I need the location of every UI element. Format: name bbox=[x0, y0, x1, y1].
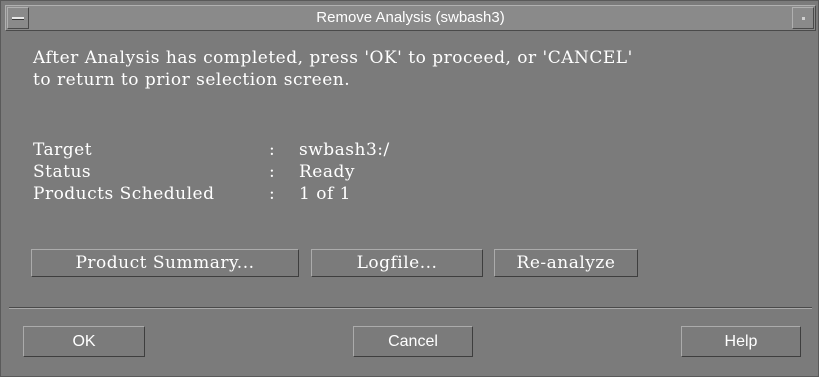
target-label: Target bbox=[33, 140, 93, 160]
remove-analysis-dialog: Remove Analysis (swbash3) After Analysis… bbox=[0, 0, 819, 377]
products-scheduled-value: 1 of 1 bbox=[299, 184, 351, 204]
instruction-line-1: After Analysis has completed, press 'OK'… bbox=[33, 48, 633, 68]
analysis-info: Target: swbash3:/ Status: Ready Products S… bbox=[33, 139, 390, 205]
help-button[interactable]: Help bbox=[681, 326, 801, 357]
dialog-content: After Analysis has completed, press 'OK'… bbox=[9, 35, 812, 307]
info-row-products-scheduled: Products Scheduled: 1 of 1 bbox=[33, 183, 390, 205]
instruction-line-2: to return to prior selection screen. bbox=[33, 70, 351, 90]
products-scheduled-separator: : bbox=[269, 184, 276, 204]
cancel-button[interactable]: Cancel bbox=[353, 326, 473, 357]
info-row-target: Target: swbash3:/ bbox=[33, 139, 390, 161]
status-value: Ready bbox=[299, 162, 355, 182]
window-title: Remove Analysis (swbash3) bbox=[316, 9, 505, 26]
logfile-button[interactable]: Logfile... bbox=[311, 249, 483, 277]
window-menu-icon bbox=[12, 17, 24, 20]
info-row-status: Status: Ready bbox=[33, 161, 390, 183]
target-separator: : bbox=[269, 140, 276, 160]
instruction-message: After Analysis has completed, press 'OK'… bbox=[33, 47, 633, 91]
ok-button[interactable]: OK bbox=[23, 326, 145, 357]
maximize-icon bbox=[802, 17, 805, 20]
window-menu-button[interactable] bbox=[7, 7, 29, 29]
reanalyze-button[interactable]: Re-analyze bbox=[494, 249, 638, 277]
window-maximize-button[interactable] bbox=[792, 7, 814, 29]
dialog-separator bbox=[9, 307, 812, 309]
products-scheduled-label: Products Scheduled bbox=[33, 184, 215, 204]
target-value: swbash3:/ bbox=[299, 140, 390, 160]
status-separator: : bbox=[269, 162, 276, 182]
title-bar[interactable]: Remove Analysis (swbash3) bbox=[5, 5, 816, 31]
product-summary-button[interactable]: Product Summary... bbox=[31, 249, 299, 277]
status-label: Status bbox=[33, 162, 92, 182]
